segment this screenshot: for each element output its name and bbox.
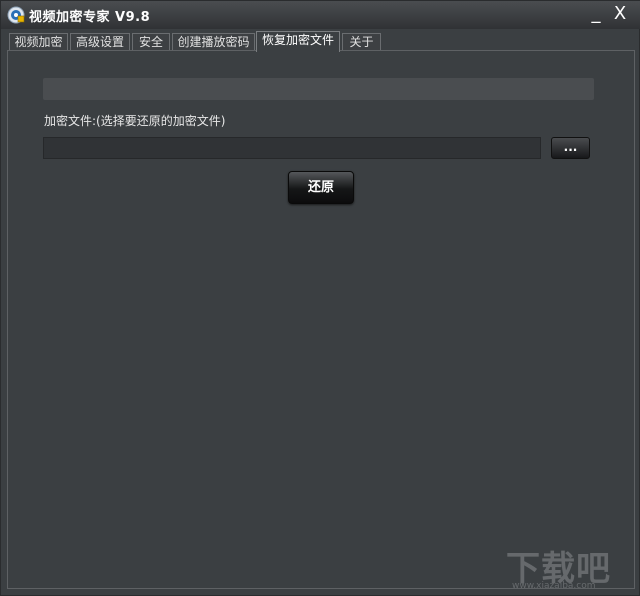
tab-advanced-settings[interactable]: 高级设置 — [70, 33, 130, 51]
progress-bar — [43, 78, 594, 100]
tab-restore-encrypted-file[interactable]: 恢复加密文件 — [256, 31, 340, 52]
window-title: 视频加密专家 V9.8 — [29, 10, 151, 25]
app-logo-icon — [7, 6, 25, 24]
file-path-input[interactable] — [43, 137, 541, 159]
tab-create-play-password[interactable]: 创建播放密码 — [172, 33, 255, 51]
title-bar[interactable]: 视频加密专家 V9.8 _ X — [1, 1, 640, 29]
app-window: 视频加密专家 V9.8 _ X 视频加密 高级设置 安全 创建播放密码 恢复加密… — [0, 0, 640, 596]
watermark-url: www.xiazaiba.com — [512, 581, 596, 591]
tab-about[interactable]: 关于 — [342, 33, 381, 51]
close-button[interactable]: X — [609, 3, 631, 25]
tab-bar: 视频加密 高级设置 安全 创建播放密码 恢复加密文件 关于 — [1, 29, 640, 52]
minimize-button[interactable]: _ — [585, 3, 607, 25]
restore-panel — [7, 50, 635, 589]
tab-security[interactable]: 安全 — [132, 33, 170, 51]
encrypted-file-label: 加密文件:(选择要还原的加密文件) — [44, 114, 226, 128]
browse-button[interactable]: ... — [551, 137, 590, 159]
watermark-logo: 下载吧 www.xiazaiba.com — [506, 541, 638, 593]
tab-video-encrypt[interactable]: 视频加密 — [9, 33, 68, 51]
restore-button[interactable]: 还原 — [288, 171, 354, 204]
